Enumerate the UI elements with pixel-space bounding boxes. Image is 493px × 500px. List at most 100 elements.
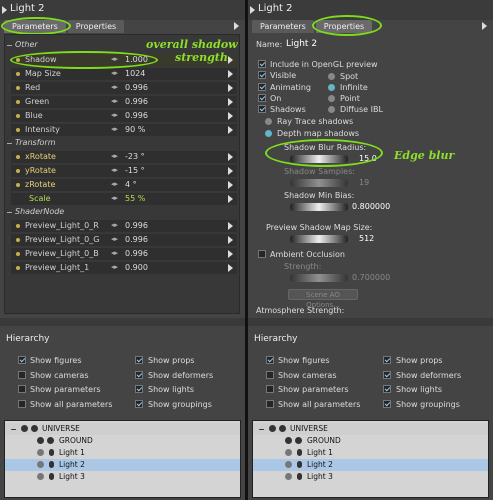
- dial-arrows-icon[interactable]: ◂▸: [111, 194, 118, 202]
- eye-icon[interactable]: [21, 425, 28, 432]
- dial-arrows-icon[interactable]: ◂▸: [111, 69, 118, 77]
- shadow-map-size-value[interactable]: 512: [359, 234, 374, 243]
- param-row[interactable]: Scale ◂▸ 55 %: [11, 193, 237, 205]
- scene-ao-options-button[interactable]: Scene AO Options...: [288, 289, 358, 309]
- collapse-triangle-icon[interactable]: [2, 6, 7, 14]
- dial-arrows-icon[interactable]: ◂▸: [111, 235, 118, 243]
- tab-parameters[interactable]: Parameters: [252, 20, 314, 33]
- eye-icon[interactable]: [37, 461, 44, 468]
- collapse-triangle-icon[interactable]: [250, 6, 255, 14]
- checkbox-show-lights[interactable]: [135, 385, 143, 393]
- dial-arrows-icon[interactable]: ◂▸: [111, 249, 118, 257]
- param-value[interactable]: 0.996: [125, 111, 148, 120]
- param-menu-icon[interactable]: [228, 181, 233, 189]
- checkbox-show-parameters[interactable]: [266, 385, 274, 393]
- param-row[interactable]: xRotate ◂▸ -23 °: [11, 151, 237, 163]
- eye-icon[interactable]: [37, 449, 44, 456]
- param-value[interactable]: 0.996: [125, 235, 148, 244]
- param-menu-icon[interactable]: [228, 167, 233, 175]
- radio-diffuse-ibl[interactable]: [328, 106, 335, 113]
- param-menu-icon[interactable]: [228, 70, 233, 78]
- tab-menu-arrow-icon[interactable]: [234, 22, 239, 30]
- min-bias-dial[interactable]: [290, 203, 348, 211]
- param-value[interactable]: 0.996: [125, 249, 148, 258]
- group-collapse-icon[interactable]: [7, 143, 12, 144]
- group-collapse-icon[interactable]: [7, 45, 12, 46]
- radio-ray-trace-shadows[interactable]: [265, 118, 272, 125]
- tree-row[interactable]: UNIVERSE: [253, 423, 488, 435]
- eye-icon[interactable]: [37, 437, 44, 444]
- param-row[interactable]: Preview_Light_0_G ◂▸ 0.996: [11, 234, 237, 246]
- dial-arrows-icon[interactable]: ◂▸: [111, 111, 118, 119]
- param-value[interactable]: 1024: [125, 69, 145, 78]
- param-menu-icon[interactable]: [228, 264, 233, 272]
- param-row[interactable]: Green ◂▸ 0.996: [11, 96, 237, 108]
- group-collapse-icon[interactable]: [7, 212, 12, 213]
- dial-arrows-icon[interactable]: ◂▸: [111, 83, 118, 91]
- param-value[interactable]: -15 °: [125, 166, 145, 175]
- checkbox-on[interactable]: [258, 94, 266, 102]
- radio-infinite[interactable]: [328, 84, 335, 91]
- checkbox-show-groupings[interactable]: [383, 400, 391, 408]
- param-menu-icon[interactable]: [228, 236, 233, 244]
- dial-arrows-icon[interactable]: ◂▸: [111, 263, 118, 271]
- checkbox-show-figures[interactable]: [266, 356, 274, 364]
- tree-row[interactable]: Light 3: [253, 471, 488, 483]
- param-row[interactable]: Map Size ◂▸ 1024: [11, 68, 237, 80]
- tree-row[interactable]: Light 3: [5, 471, 240, 483]
- checkbox-shadows[interactable]: [258, 105, 266, 113]
- dial-arrows-icon[interactable]: ◂▸: [111, 180, 118, 188]
- param-row[interactable]: Intensity ◂▸ 90 %: [11, 124, 237, 136]
- ao-strength-value[interactable]: 0.700000: [352, 273, 390, 282]
- eye-icon[interactable]: [285, 449, 292, 456]
- checkbox-show-props[interactable]: [383, 356, 391, 364]
- dial-arrows-icon[interactable]: ◂▸: [111, 152, 118, 160]
- checkbox-show-figures[interactable]: [18, 356, 26, 364]
- dial-arrows-icon[interactable]: ◂▸: [111, 125, 118, 133]
- param-row[interactable]: yRotate ◂▸ -15 °: [11, 165, 237, 177]
- radio-depth-map-shadows[interactable]: [265, 130, 272, 137]
- checkbox-visible[interactable]: [258, 71, 266, 79]
- eye-icon[interactable]: [285, 437, 292, 444]
- radio-point[interactable]: [328, 95, 335, 102]
- checkbox-show-props[interactable]: [135, 356, 143, 364]
- param-menu-icon[interactable]: [228, 195, 233, 203]
- tree-row[interactable]: UNIVERSE: [5, 423, 240, 435]
- param-value[interactable]: 0.996: [125, 221, 148, 230]
- param-row[interactable]: Preview_Light_1 ◂▸ 0.900: [11, 262, 237, 274]
- shadow-samples-dial[interactable]: [290, 179, 348, 187]
- splitter[interactable]: [248, 318, 493, 326]
- param-row[interactable]: zRotate ◂▸ 4 °: [11, 179, 237, 191]
- collapse-icon[interactable]: [259, 429, 264, 430]
- eye-icon[interactable]: [37, 473, 44, 480]
- param-menu-icon[interactable]: [228, 153, 233, 161]
- ao-strength-dial[interactable]: [290, 274, 348, 282]
- checkbox-show-groupings[interactable]: [135, 400, 143, 408]
- param-value[interactable]: 0.996: [125, 83, 148, 92]
- param-menu-icon[interactable]: [228, 98, 233, 106]
- param-menu-icon[interactable]: [228, 250, 233, 258]
- checkbox-show-cameras[interactable]: [18, 371, 26, 379]
- min-bias-value[interactable]: 0.800000: [352, 202, 390, 211]
- param-value[interactable]: 0.996: [125, 97, 148, 106]
- param-menu-icon[interactable]: [228, 126, 233, 134]
- param-row[interactable]: Preview_Light_0_R ◂▸ 0.996: [11, 220, 237, 232]
- param-menu-icon[interactable]: [228, 84, 233, 92]
- shadow-samples-value[interactable]: 19: [359, 178, 369, 187]
- shadow-map-size-dial[interactable]: [290, 235, 348, 243]
- checkbox-show-deformers[interactable]: [135, 371, 143, 379]
- splitter[interactable]: [0, 318, 245, 326]
- checkbox-show-deformers[interactable]: [383, 371, 391, 379]
- checkbox-show-all-parameters[interactable]: [266, 400, 274, 408]
- tab-menu-arrow-icon[interactable]: [482, 22, 487, 30]
- param-value[interactable]: 55 %: [125, 194, 145, 203]
- checkbox-animating[interactable]: [258, 83, 266, 91]
- dial-arrows-icon[interactable]: ◂▸: [111, 221, 118, 229]
- collapse-icon[interactable]: [11, 429, 16, 430]
- tree-row[interactable]: Light 2: [253, 459, 488, 471]
- param-value[interactable]: 0.900: [125, 263, 148, 272]
- param-menu-icon[interactable]: [228, 56, 233, 64]
- checkbox-show-cameras[interactable]: [266, 371, 274, 379]
- param-value[interactable]: -23 °: [125, 152, 145, 161]
- param-value[interactable]: 4 °: [125, 180, 137, 189]
